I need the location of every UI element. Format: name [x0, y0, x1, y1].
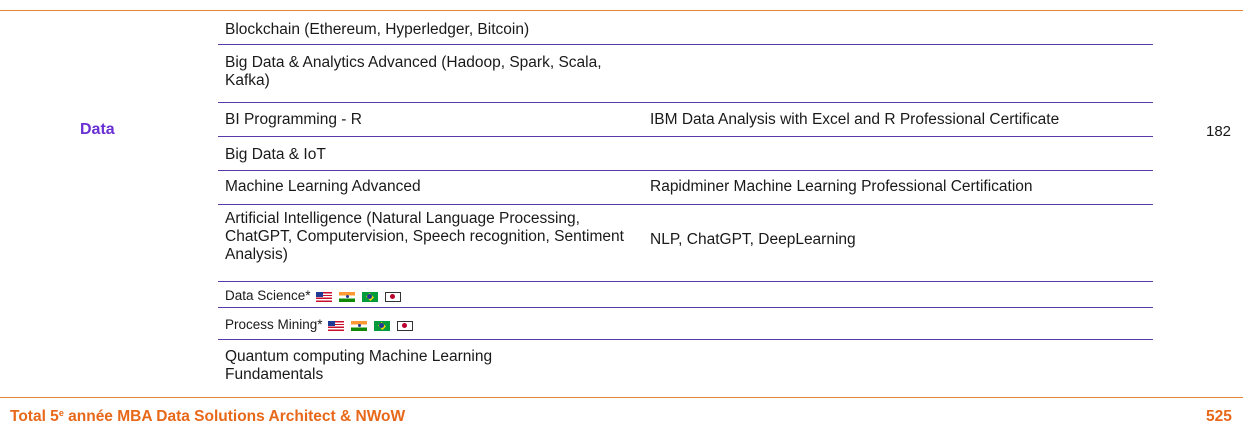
table-row: Big Data & Analytics Advanced (Hadoop, S…: [218, 45, 1153, 103]
course-name: Quantum computing Machine Learning Funda…: [225, 348, 493, 383]
course-name: Big Data & IoT: [225, 146, 326, 163]
japan-flag-icon: [396, 320, 413, 331]
us-flag-icon: [328, 320, 345, 331]
certification-name: Rapidminer Machine Learning Professional…: [650, 178, 1033, 195]
certification-name: NLP, ChatGPT, DeepLearning: [650, 231, 856, 248]
table-row: Data Science*: [218, 282, 1153, 308]
course-name: Big Data & Analytics Advanced (Hadoop, S…: [225, 54, 602, 89]
course-name: BI Programming - R: [225, 111, 362, 128]
country-flags: [328, 316, 415, 334]
table-row: BI Programming - R IBM Data Analysis wit…: [218, 103, 1153, 137]
table-row: Machine Learning Advanced Rapidminer Mac…: [218, 171, 1153, 205]
japan-flag-icon: [384, 291, 401, 302]
india-flag-icon: [351, 320, 368, 331]
course-name: Process Mining*: [225, 317, 323, 332]
total-label: Total 5e année MBA Data Solutions Archit…: [10, 408, 405, 426]
total-border: [0, 397, 1243, 398]
table-row: Artificial Intelligence (Natural Languag…: [218, 205, 1153, 282]
course-name: Blockchain (Ethereum, Hyperledger, Bitco…: [225, 21, 530, 38]
table-row: Quantum computing Machine Learning Funda…: [218, 340, 1153, 396]
table-row: Big Data & IoT: [218, 137, 1153, 171]
hours-value: 182: [1206, 123, 1232, 140]
india-flag-icon: [339, 291, 356, 302]
course-name-with-flags: Data Science*: [225, 287, 645, 305]
table-row: Blockchain (Ethereum, Hyperledger, Bitco…: [218, 11, 1153, 45]
country-flags: [316, 287, 403, 305]
certification-name: IBM Data Analysis with Excel and R Profe…: [650, 111, 1060, 128]
us-flag-icon: [316, 291, 333, 302]
total-value: 525: [1206, 408, 1232, 425]
course-name-with-flags: Process Mining*: [225, 316, 645, 334]
category-label: Data: [80, 121, 115, 138]
brazil-flag-icon: [373, 320, 390, 331]
total-label-post: année MBA Data Solutions Architect & NWo…: [63, 408, 406, 425]
total-label-pre: Total 5: [10, 408, 59, 425]
course-name: Artificial Intelligence (Natural Languag…: [225, 210, 624, 263]
brazil-flag-icon: [361, 291, 378, 302]
table-row: Process Mining*: [218, 308, 1153, 340]
course-name: Data Science*: [225, 288, 311, 303]
course-name: Machine Learning Advanced: [225, 178, 421, 195]
